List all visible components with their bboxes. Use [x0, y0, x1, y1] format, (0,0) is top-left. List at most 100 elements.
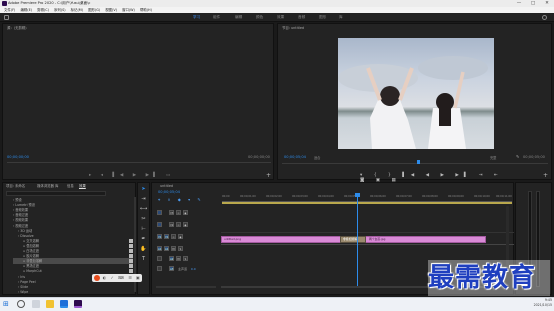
minimize-button[interactable]: — — [512, 0, 526, 7]
program-add-button-icon[interactable]: + — [543, 172, 548, 179]
ruler-tick: 00;00;01;00 — [240, 195, 256, 198]
razor-tool-icon[interactable]: ✂ — [140, 216, 147, 223]
source-panel-tab[interactable]: 源：(无剪辑) — [7, 25, 27, 31]
ruler-tick: 00;00;02;00 — [266, 195, 282, 198]
windows-start-icon[interactable]: ⊞ — [3, 300, 11, 308]
track-target-toggle[interactable] — [157, 222, 162, 227]
workspace-tab-assembly[interactable]: 组件 — [213, 13, 220, 22]
track-source-patch[interactable]: V1 — [157, 234, 162, 239]
track-source-patch[interactable]: A1 — [157, 246, 162, 251]
timeline-timecode[interactable]: 00;00;05;04 — [158, 190, 180, 194]
wrench-icon[interactable]: ✎ — [516, 154, 519, 159]
source-timecode-left[interactable]: 00;00;00;00 — [7, 155, 29, 159]
eye-icon[interactable]: ◉ — [177, 234, 183, 239]
window-title: Adobe Premiere Pro 2020 - C:\用户\Yusu\桌面\… — [8, 1, 91, 5]
program-transport-controls[interactable]: ▾ { } ▌◀ ◀ ▶ ▶▌ ⇥ ⇤ ◙ ▣ ▦ — [360, 173, 510, 183]
eye-icon[interactable]: ◉ — [182, 222, 188, 227]
slip-tool-icon[interactable]: ⊢ — [140, 226, 147, 233]
track-label[interactable]: A1 — [163, 246, 169, 251]
track-header-a3: A3 主声道 0.0 — [156, 266, 220, 272]
track-label[interactable]: V2 — [168, 222, 174, 227]
floating-input-toolbar[interactable]: ◐ ✓ ⌨ ☰ ▣ — [92, 274, 142, 282]
master-level[interactable]: 0.0 — [191, 267, 196, 271]
sync-lock-icon[interactable]: ⚿ — [175, 210, 181, 215]
close-button[interactable]: ✕ — [540, 0, 554, 7]
tab-project[interactable]: 项目: 未命名 — [6, 183, 25, 189]
master-track-label: 主声道 — [177, 266, 187, 271]
maximize-button[interactable]: □ — [526, 0, 540, 7]
workspace-tab-editing[interactable]: 编辑 — [235, 13, 242, 22]
workspace-tab-learn[interactable]: 学习 — [193, 13, 200, 22]
home-icon[interactable] — [4, 15, 9, 20]
track-divider — [221, 244, 514, 245]
timeline-playhead[interactable] — [357, 193, 358, 288]
workspace-tab-audio[interactable]: 音频 — [298, 13, 305, 22]
effects-search-input[interactable] — [6, 191, 106, 196]
track-label[interactable]: A2 — [168, 256, 174, 261]
track-select-tool-icon[interactable]: ⇥ — [140, 196, 147, 203]
source-add-button-icon[interactable]: + — [266, 172, 271, 179]
tab-info[interactable]: 信息 — [67, 183, 74, 189]
eye-icon[interactable]: ◉ — [182, 210, 188, 215]
premiere-taskbar-icon[interactable] — [74, 300, 82, 308]
tab-effects[interactable]: 效果 — [79, 183, 86, 189]
track-target-toggle[interactable] — [157, 210, 162, 215]
selection-tool-icon[interactable]: ➤ — [140, 186, 147, 193]
search-icon[interactable] — [542, 15, 547, 20]
solo-icon[interactable]: S — [177, 246, 183, 251]
workspace-tab-color[interactable]: 颜色 — [256, 13, 263, 22]
clip-label[interactable]: 两个女孩.jpg — [369, 237, 385, 241]
ime-logo-icon[interactable] — [94, 275, 100, 281]
type-tool-icon[interactable]: T — [140, 256, 147, 263]
ruler-tick: 00;00;11;00 — [496, 195, 512, 198]
file-explorer-icon[interactable] — [46, 300, 54, 308]
browser-icon[interactable] — [60, 300, 68, 308]
workspace-tab-effects[interactable]: 效果 — [277, 13, 284, 22]
program-timecode[interactable]: 00;00;05;04 — [284, 155, 306, 159]
track-label[interactable]: V3 — [168, 210, 174, 215]
source-transport-controls[interactable]: ▸ ◂ ▌◀ ▶ ▶▌ ▭ — [89, 173, 189, 180]
clock-date: 2021/10/15 — [533, 303, 552, 307]
ripple-edit-tool-icon[interactable]: ⟷ — [140, 206, 147, 213]
effects-tree-item[interactable]: › Wipe — [13, 289, 133, 295]
ruler-tick: 00;00;04;00 — [318, 195, 334, 198]
timeline-tab[interactable]: untitled — [160, 183, 173, 189]
track-header-v2: V2 ⚿ ◉ — [156, 222, 220, 230]
watermark-text: 最需教育 — [428, 260, 550, 296]
timeline-toolbar-icons[interactable]: ⌖ ∩ ◆ ▾ ✎ — [158, 197, 208, 203]
program-playhead-icon[interactable] — [417, 160, 420, 164]
system-clock[interactable]: 9:45 2021/10/15 — [518, 298, 552, 310]
clip-label[interactable]: untitled.png — [224, 237, 241, 241]
track-target-toggle[interactable] — [157, 256, 162, 261]
hand-tool-icon[interactable]: ✋ — [140, 246, 147, 253]
work-area-bar[interactable] — [222, 202, 512, 204]
tab-libraries[interactable]: 库 — [55, 183, 58, 189]
search-taskbar-icon[interactable] — [17, 300, 25, 308]
transition-label: 非叠加溶解 — [343, 237, 357, 241]
workspace-tab-graphics[interactable]: 图形 — [319, 13, 326, 22]
timeline-vertical-scrollbar[interactable] — [506, 206, 509, 266]
program-scrubber[interactable] — [282, 163, 548, 164]
sync-lock-icon[interactable]: ⚿ — [175, 222, 181, 227]
source-timecode-right: 00;00;00;00 — [248, 155, 270, 159]
ruler-tick: 00;00 — [222, 195, 230, 198]
sync-lock-icon[interactable]: ⚿ — [170, 234, 176, 239]
mute-icon[interactable]: M — [175, 256, 181, 261]
program-panel-tab[interactable]: 节目: untitled — [282, 25, 304, 31]
mute-icon[interactable]: M — [170, 246, 176, 251]
track-label[interactable]: A3 — [168, 266, 174, 271]
track-target-toggle[interactable] — [157, 266, 162, 271]
track-label[interactable]: V1 — [163, 234, 169, 239]
source-scrubber[interactable] — [7, 162, 271, 163]
playhead-handle-icon[interactable] — [355, 193, 360, 197]
timeline-zoom-scrollbar[interactable] — [156, 286, 216, 288]
solo-icon[interactable]: S — [182, 256, 188, 261]
program-quality-select[interactable]: 完整 — [490, 155, 496, 160]
program-fit-select[interactable]: 适合 — [314, 155, 320, 160]
workspace-tab-libraries[interactable]: 库 — [339, 13, 343, 22]
ruler-tick: 00;00;09;00 — [448, 195, 464, 198]
tab-media-browser[interactable]: 媒体浏览器 — [37, 183, 54, 189]
premiere-app-icon — [2, 1, 7, 6]
task-view-icon[interactable] — [32, 300, 40, 308]
pen-tool-icon[interactable]: ✒ — [140, 236, 147, 243]
